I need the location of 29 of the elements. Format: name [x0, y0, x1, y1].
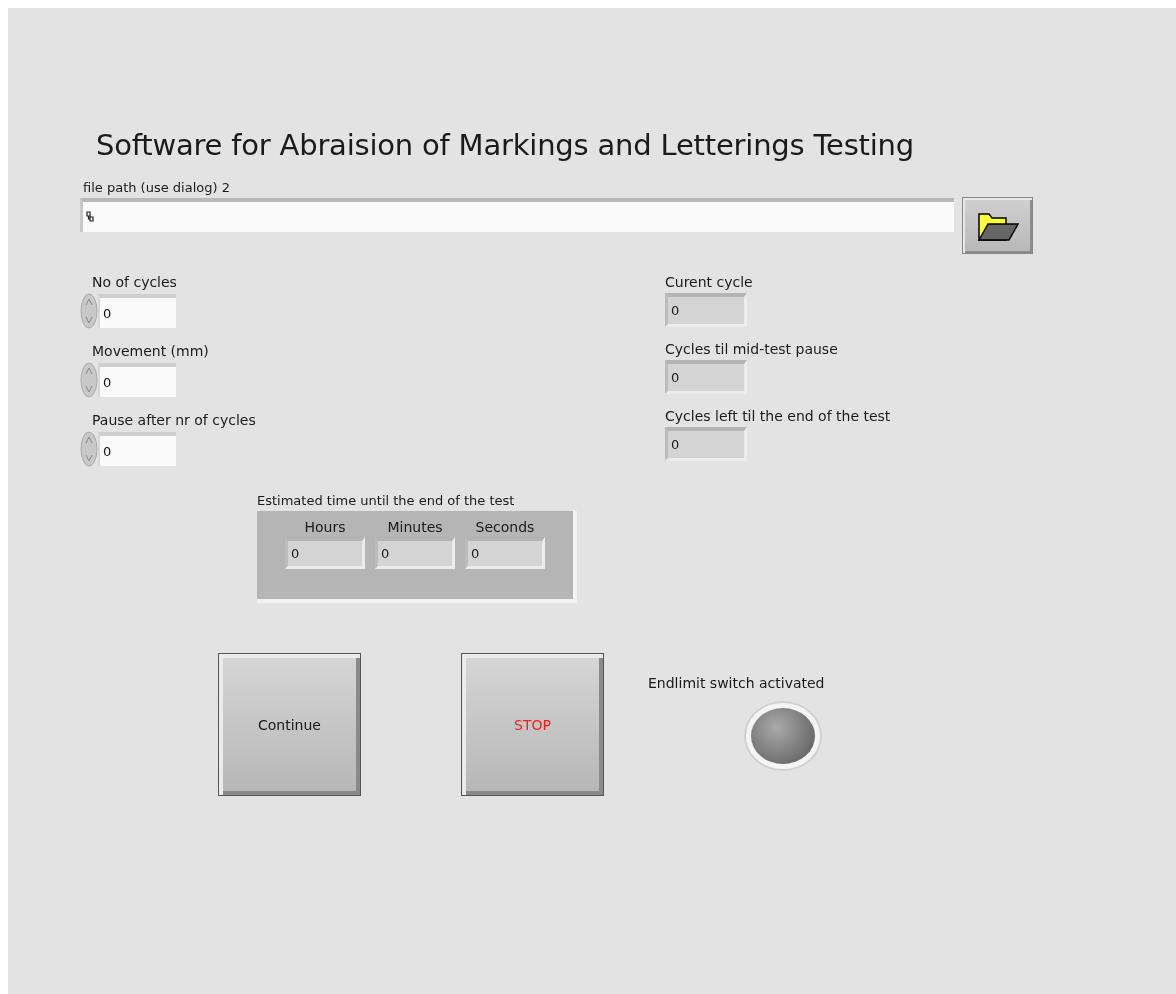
- group-label: Estimated time until the end of the test: [257, 493, 516, 508]
- indicator-label: Curent cycle: [665, 274, 754, 290]
- control-label: Pause after nr of cycles: [92, 412, 257, 428]
- path-icon: [86, 211, 94, 223]
- indicator-value: 0: [665, 427, 747, 461]
- time-unit-label: Minutes: [387, 519, 443, 535]
- control-label: No of cycles: [92, 274, 178, 290]
- indicator-value: 0: [665, 293, 747, 327]
- time-value: 0: [465, 537, 545, 569]
- time-unit-label: Seconds: [475, 519, 535, 535]
- indicator-label: Cycles til mid-test pause: [665, 341, 839, 357]
- time-value: 0: [285, 537, 365, 569]
- indicator-label: Cycles left til the end of the test: [665, 408, 891, 424]
- number-input[interactable]: 0: [98, 432, 176, 466]
- spinner-icon[interactable]: [80, 431, 98, 467]
- browse-button[interactable]: [962, 197, 1033, 254]
- app-title: Software for Abraision of Markings and Letterings Testing: [96, 128, 915, 162]
- control-label: Movement (mm): [92, 343, 210, 359]
- indicator-value: 0: [665, 360, 747, 394]
- number-input[interactable]: 0: [98, 363, 176, 397]
- indicator-label: Endlimit switch activated: [648, 675, 825, 691]
- number-input[interactable]: 0: [98, 294, 176, 328]
- spinner-icon[interactable]: [80, 293, 98, 329]
- time-value: 0: [375, 537, 455, 569]
- spinner-icon[interactable]: [80, 362, 98, 398]
- field-label: file path (use dialog) 2: [83, 180, 231, 195]
- action-button[interactable]: Continue: [218, 653, 361, 796]
- file-path-field[interactable]: [80, 198, 954, 232]
- time-unit-label: Hours: [304, 519, 346, 535]
